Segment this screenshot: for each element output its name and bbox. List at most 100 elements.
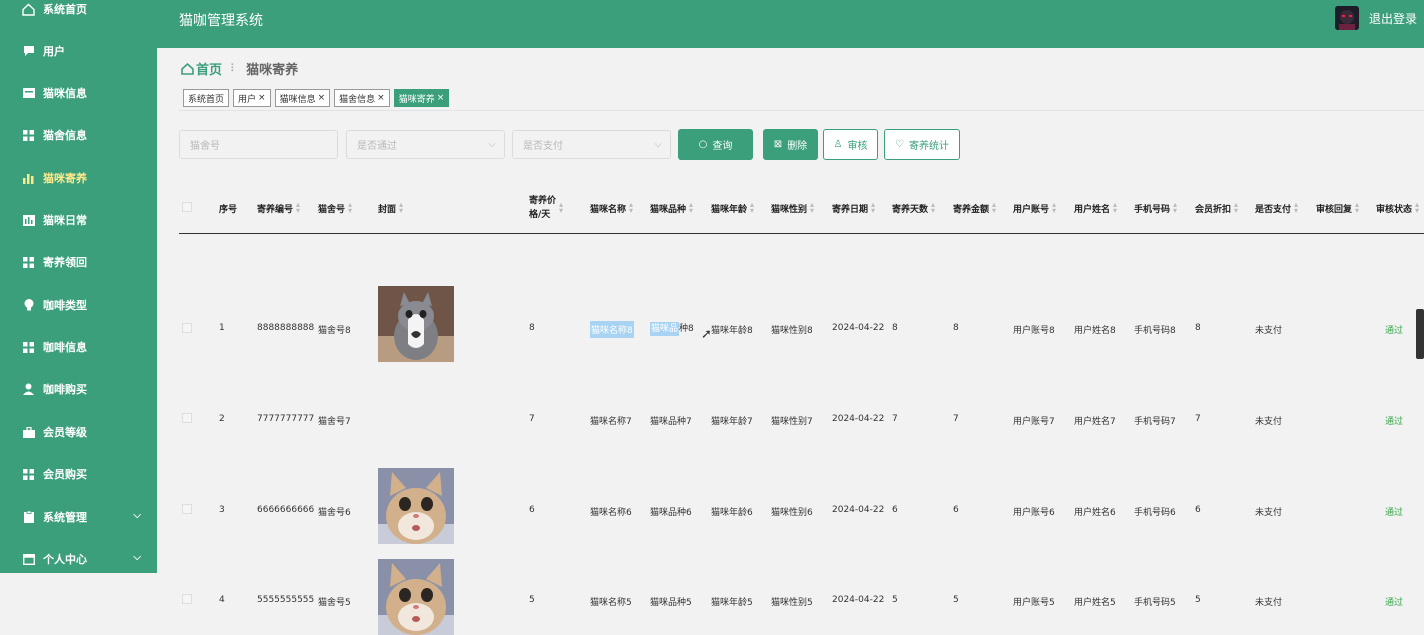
column-header[interactable]: 猫咪品种 ▴ ▾ [650, 183, 693, 233]
sort-icon[interactable]: ▴ ▾ [992, 201, 996, 215]
cattery-search-input[interactable]: 猫舍号 [179, 130, 338, 159]
sidebar-item-cattery[interactable]: 猫舍信息 [0, 114, 157, 156]
column-header[interactable]: 用户账号 ▴ ▾ [1013, 183, 1056, 233]
sort-icon[interactable]: ▴ ▾ [296, 201, 300, 215]
header-label: 寄养日期 [832, 204, 869, 215]
tag-foster[interactable]: 猫咪寄养 × [393, 89, 450, 107]
column-header[interactable]: 猫舍号 ▴ ▾ [318, 183, 352, 233]
column-header[interactable]: 寄养日期 ▴ ▾ [832, 183, 875, 233]
scrollbar[interactable] [1416, 309, 1424, 359]
sort-icon[interactable]: ▴ ▾ [1355, 201, 1359, 215]
row-checkbox[interactable] [182, 594, 192, 604]
row-checkbox[interactable] [182, 504, 192, 514]
sidebar-item-foster[interactable]: 猫咪寄养 [0, 157, 157, 199]
sort-icon[interactable]: ▴ ▾ [1294, 201, 1298, 215]
column-header[interactable]: 猫咪年龄 ▴ ▾ [711, 183, 754, 233]
cell-date: 2024-04-22 [832, 323, 885, 333]
stamp-icon: ♙ [833, 139, 843, 150]
logout-button[interactable]: 退出登录 [1369, 10, 1417, 27]
sidebar-item-coffee-type[interactable]: 咖啡类型 [0, 284, 157, 326]
sort-icon[interactable]: ▴ ▾ [629, 201, 633, 215]
column-header[interactable]: 寄养金额 ▴ ▾ [953, 183, 996, 233]
sidebar-item-member-buy[interactable]: 会员购买 [0, 453, 157, 495]
sidebar-item-label: 咖啡类型 [43, 299, 87, 312]
column-header[interactable]: 封面 ▴ ▾ [378, 183, 403, 233]
cell-account: 用户账号5 [1013, 598, 1055, 608]
sort-icon[interactable]: ▴ ▾ [1052, 201, 1056, 215]
cell-user-name: 用户姓名6 [1074, 508, 1116, 518]
cover-image[interactable] [378, 559, 454, 635]
column-header[interactable]: 猫咪性别 ▴ ▾ [771, 183, 814, 233]
query-button[interactable]: ○ 查询 [678, 129, 753, 160]
sort-icon[interactable]: ▴ ▾ [348, 201, 352, 215]
column-header[interactable]: 用户姓名 ▴ ▾ [1074, 183, 1117, 233]
column-header[interactable]: 是否支付 ▴ ▾ [1255, 183, 1298, 233]
review-button[interactable]: ♙ 审核 [823, 129, 878, 160]
cell-date: 2024-04-22 [832, 414, 885, 424]
tag-user[interactable]: 用户 × [233, 89, 271, 107]
home-icon [181, 62, 194, 75]
paid-select[interactable]: 是否支付 ⌵ [512, 130, 671, 159]
sidebar-item-home[interactable]: 系统首页 [0, 0, 157, 30]
sidebar-item-system[interactable]: 系统管理 ⌵ [0, 496, 157, 538]
sort-icon[interactable]: ▴ ▾ [1113, 201, 1117, 215]
close-icon[interactable]: × [318, 93, 326, 103]
row-checkbox[interactable] [182, 323, 192, 333]
column-header[interactable]: 手机号码 ▴ ▾ [1134, 183, 1177, 233]
breadcrumb-current: 猫咪寄养 [246, 63, 299, 78]
cell-days: 5 [892, 595, 898, 605]
column-header[interactable]: 寄养编号 ▴ ▾ [257, 183, 300, 233]
cover-image[interactable] [378, 286, 454, 362]
column-header[interactable]: 审核回复 ▴ ▾ [1316, 183, 1359, 233]
select-all-checkbox[interactable] [182, 202, 192, 212]
sidebar-item-profile[interactable]: 个人中心 ⌵ [0, 538, 157, 573]
sidebar: 系统首页 用户 猫咪信息 猫舍信息 猫咪寄养 猫咪日常 寄养领回 咖啡类型 咖啡… [0, 0, 157, 573]
passed-select[interactable]: 是否通过 ⌵ [346, 130, 505, 159]
window-icon [22, 553, 35, 566]
stats-button[interactable]: ♡ 寄养统计 [884, 129, 960, 160]
cover-image[interactable] [378, 468, 454, 544]
sort-icon[interactable]: ▴ ▾ [1173, 201, 1177, 215]
column-header[interactable]: 寄养价 格/天 ▴ ▾ [529, 183, 563, 233]
breadcrumb-home[interactable]: 首页 [181, 59, 222, 78]
close-icon[interactable]: × [258, 93, 266, 103]
sort-icon[interactable]: ▴ ▾ [399, 201, 403, 215]
avatar[interactable] [1335, 6, 1359, 30]
sort-icon[interactable]: ▴ ▾ [931, 201, 935, 215]
close-icon[interactable]: × [377, 93, 385, 103]
chevron-down-icon: ⌵ [133, 552, 141, 563]
sidebar-item-member-level[interactable]: 会员等级 [0, 411, 157, 453]
sidebar-item-label: 咖啡购买 [43, 383, 87, 396]
sort-icon[interactable]: ▴ ▾ [689, 201, 693, 215]
row-checkbox[interactable] [182, 413, 192, 423]
sidebar-item-cat-info[interactable]: 猫咪信息 [0, 72, 157, 114]
sidebar-item-label: 会员等级 [43, 426, 87, 439]
sort-icon[interactable]: ▴ ▾ [810, 201, 814, 215]
tag-cattery[interactable]: 猫舍信息 × [334, 89, 390, 107]
sort-icon[interactable]: ▴ ▾ [871, 201, 875, 215]
column-header[interactable]: 审核状态 ▴ ▾ [1376, 183, 1419, 233]
column-header[interactable]: 会员折扣 ▴ ▾ [1195, 183, 1238, 233]
sort-icon[interactable]: ▴ ▾ [559, 201, 563, 215]
close-icon[interactable]: × [437, 93, 445, 103]
delete-button[interactable]: ⊠ 删除 [763, 129, 818, 160]
tag-home[interactable]: 系统首页 [183, 89, 230, 107]
sidebar-item-coffee-info[interactable]: 咖啡信息 [0, 326, 157, 368]
sort-icon[interactable]: ▴ ▾ [1415, 201, 1419, 215]
sort-icon[interactable]: ▴ ▾ [1234, 201, 1238, 215]
cell-date: 2024-04-22 [832, 595, 885, 605]
cell-cat-name: 猫咪名称5 [590, 598, 632, 608]
tab-tags: 系统首页 用户 × 猫咪信息 × 猫舍信息 × 猫咪寄养 × [183, 89, 453, 107]
sidebar-item-daily[interactable]: 猫咪日常 [0, 199, 157, 241]
column-header[interactable]: 猫咪名称 ▴ ▾ [590, 183, 633, 233]
delete-label: 删除 [787, 141, 808, 152]
tag-cat-info[interactable]: 猫咪信息 × [274, 89, 331, 107]
sidebar-item-return[interactable]: 寄养领回 [0, 241, 157, 283]
column-header[interactable]: 寄养天数 ▴ ▾ [892, 183, 935, 233]
cell-status: 通过 [1385, 417, 1404, 427]
cell-cattery: 猫舍号7 [318, 417, 351, 427]
sort-icon[interactable]: ▴ ▾ [750, 201, 754, 215]
sidebar-item-user[interactable]: 用户 [0, 30, 157, 72]
sidebar-item-coffee-buy[interactable]: 咖啡购买 [0, 368, 157, 410]
header-label-line1: 寄养价 [529, 196, 557, 206]
